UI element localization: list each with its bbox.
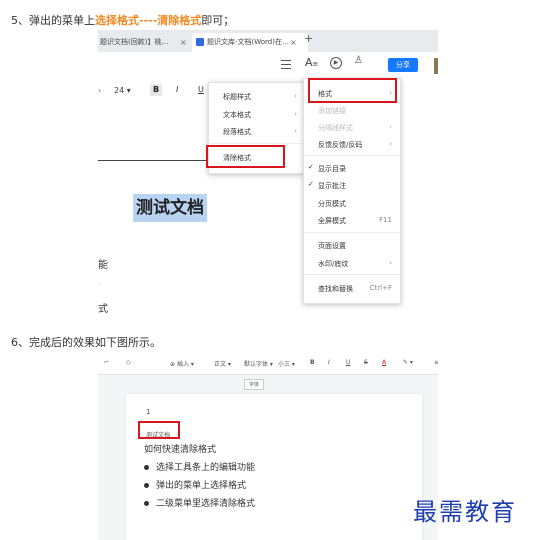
strikethrough-button[interactable]: S xyxy=(364,359,368,366)
add-user-icon[interactable]: ♙ xyxy=(354,55,363,66)
doc-text: · xyxy=(98,280,101,288)
highlight-text: 选择格式----清除格式 xyxy=(95,14,202,27)
new-tab-icon[interactable]: + xyxy=(304,32,313,45)
style-select[interactable]: 正文 ▾ xyxy=(214,359,231,368)
chevron-right-icon: › xyxy=(389,259,392,267)
divider xyxy=(209,143,305,144)
chevron-right-icon: › xyxy=(389,140,392,148)
line-number: 1 xyxy=(146,408,151,416)
divider xyxy=(98,160,218,161)
doc-icon xyxy=(196,38,204,46)
share-button[interactable]: 分享 xyxy=(388,58,418,72)
underline-button[interactable]: U xyxy=(346,359,350,366)
font-color-button[interactable]: A xyxy=(382,359,386,366)
menu-item-fullscreen[interactable]: 全屏模式 xyxy=(318,216,346,226)
chevron-right-icon: › xyxy=(389,123,392,131)
divider xyxy=(304,232,400,233)
doc-text: 能 xyxy=(98,260,108,271)
doc-heading: 如何快速清除格式 xyxy=(144,445,217,455)
menu-item-show-toc[interactable]: 显示目录 xyxy=(318,164,346,174)
bold-button[interactable]: B xyxy=(150,84,162,96)
clear-format-highlight-box xyxy=(206,145,285,168)
top-toolbar: A≡ ▶ ♙ 分享 xyxy=(98,52,438,81)
shortcut-f11: F11 xyxy=(379,216,392,224)
divider xyxy=(304,274,400,275)
divider xyxy=(304,155,400,156)
submenu-item-text-format[interactable]: 文本格式 xyxy=(223,110,251,120)
browser-tab[interactable]: 题识文档(回款)】桃… xyxy=(100,33,184,52)
clear-format-icon[interactable]: ◇ xyxy=(126,359,131,366)
italic-button[interactable]: I xyxy=(328,359,330,366)
submenu-item-heading-style[interactable]: 标题样式 xyxy=(223,92,251,102)
document-page: 1 测试文档 如何快速清除格式 选择工具条上的编辑功能 弹出的菜单上选择格式 二… xyxy=(126,394,422,540)
menu-item-divider-style[interactable]: 分隔线样式 xyxy=(318,123,353,133)
menu-icon[interactable] xyxy=(281,59,291,69)
browser-tab-bar: 题识文档(回款)】桃… × 题识文库-文档(Word)在… × + xyxy=(98,30,438,52)
font-size-select[interactable]: 小三 ▾ xyxy=(278,359,295,368)
menu-item-feedback[interactable]: 反馈反馈/反码 xyxy=(318,140,362,150)
menu-item-watermark[interactable]: 水印/底纹 xyxy=(318,259,348,269)
shortcut-ctrl-f: Ctrl+F xyxy=(369,284,392,292)
text-format-icon[interactable]: A≡ xyxy=(305,56,318,69)
menu-item-page-mode[interactable]: 分页模式 xyxy=(318,199,346,209)
check-icon: ✓ xyxy=(308,163,314,171)
check-icon: ✓ xyxy=(308,180,314,188)
main-dropdown-menu: 格式 › 添加链接 分隔线样式 › 反馈反馈/反码 › ✓ 显示目录 ✓ 显示批… xyxy=(303,78,401,304)
italic-button[interactable]: I xyxy=(176,85,178,94)
doc-text: 式 xyxy=(98,304,108,315)
tooltip: 字体 xyxy=(244,379,265,390)
menu-item-show-comments[interactable]: 显示批注 xyxy=(318,181,346,191)
bold-button[interactable]: B xyxy=(310,359,315,366)
play-icon[interactable]: ▶ xyxy=(330,57,342,69)
avatar[interactable] xyxy=(434,58,438,74)
chevron-right-icon: › xyxy=(294,127,297,135)
font-family-select[interactable]: 默认字体 ▾ xyxy=(244,359,273,368)
bullet xyxy=(144,501,149,506)
chevron-right-icon: › xyxy=(294,92,297,100)
insert-button[interactable]: ⊕ 插入 ▾ xyxy=(170,359,194,368)
watermark-logo: 最需教育 xyxy=(413,498,517,526)
menu-item-page-setup[interactable]: 页面设置 xyxy=(318,241,346,251)
screenshot-menu: 题识文档(回款)】桃… × 题识文库-文档(Word)在… × + A≡ ▶ ♙… xyxy=(98,30,438,322)
close-icon[interactable]: × xyxy=(290,33,297,52)
step-6-text: 6、完成后的效果如下图所示。 xyxy=(11,336,161,349)
list-item: 弹出的菜单上选择格式 xyxy=(144,478,246,491)
highlight-color-button[interactable]: ✎ ▾ xyxy=(403,359,413,366)
step-5-text: 5、弹出的菜单上选择格式----清除格式即可； xyxy=(11,14,235,27)
editor-toolbar: ⌐ ◇ ⊕ 插入 ▾ 正文 ▾ 默认字体 ▾ 小三 ▾ B I U S A ✎ … xyxy=(98,352,438,375)
doc-title[interactable]: 测试文档 xyxy=(133,194,207,222)
list-item: 选择工具条上的编辑功能 xyxy=(144,460,255,473)
chevron-right-icon: › xyxy=(294,110,297,118)
screenshot-result: ⌐ ◇ ⊕ 插入 ▾ 正文 ▾ 默认字体 ▾ 小三 ▾ B I U S A ✎ … xyxy=(98,352,438,540)
close-icon[interactable]: × xyxy=(180,33,187,52)
bullet xyxy=(144,465,149,470)
list-item: 二级菜单里选择清除格式 xyxy=(144,496,255,509)
chevron-icon: › xyxy=(98,86,102,95)
bullet xyxy=(144,483,149,488)
format-highlight-box xyxy=(308,78,397,103)
more-icon[interactable]: ≡ xyxy=(434,359,438,366)
format-painter-icon[interactable]: ⌐ xyxy=(104,359,109,366)
menu-item-add-link[interactable]: 添加链接 xyxy=(318,106,346,116)
submenu-item-paragraph-format[interactable]: 段落格式 xyxy=(223,127,251,137)
font-size-select[interactable]: 24 ▾ xyxy=(114,86,131,95)
underline-button[interactable]: U xyxy=(198,85,204,94)
menu-item-find-replace[interactable]: 查找和替换 xyxy=(318,284,353,294)
cleared-text-highlight-box xyxy=(138,421,180,439)
